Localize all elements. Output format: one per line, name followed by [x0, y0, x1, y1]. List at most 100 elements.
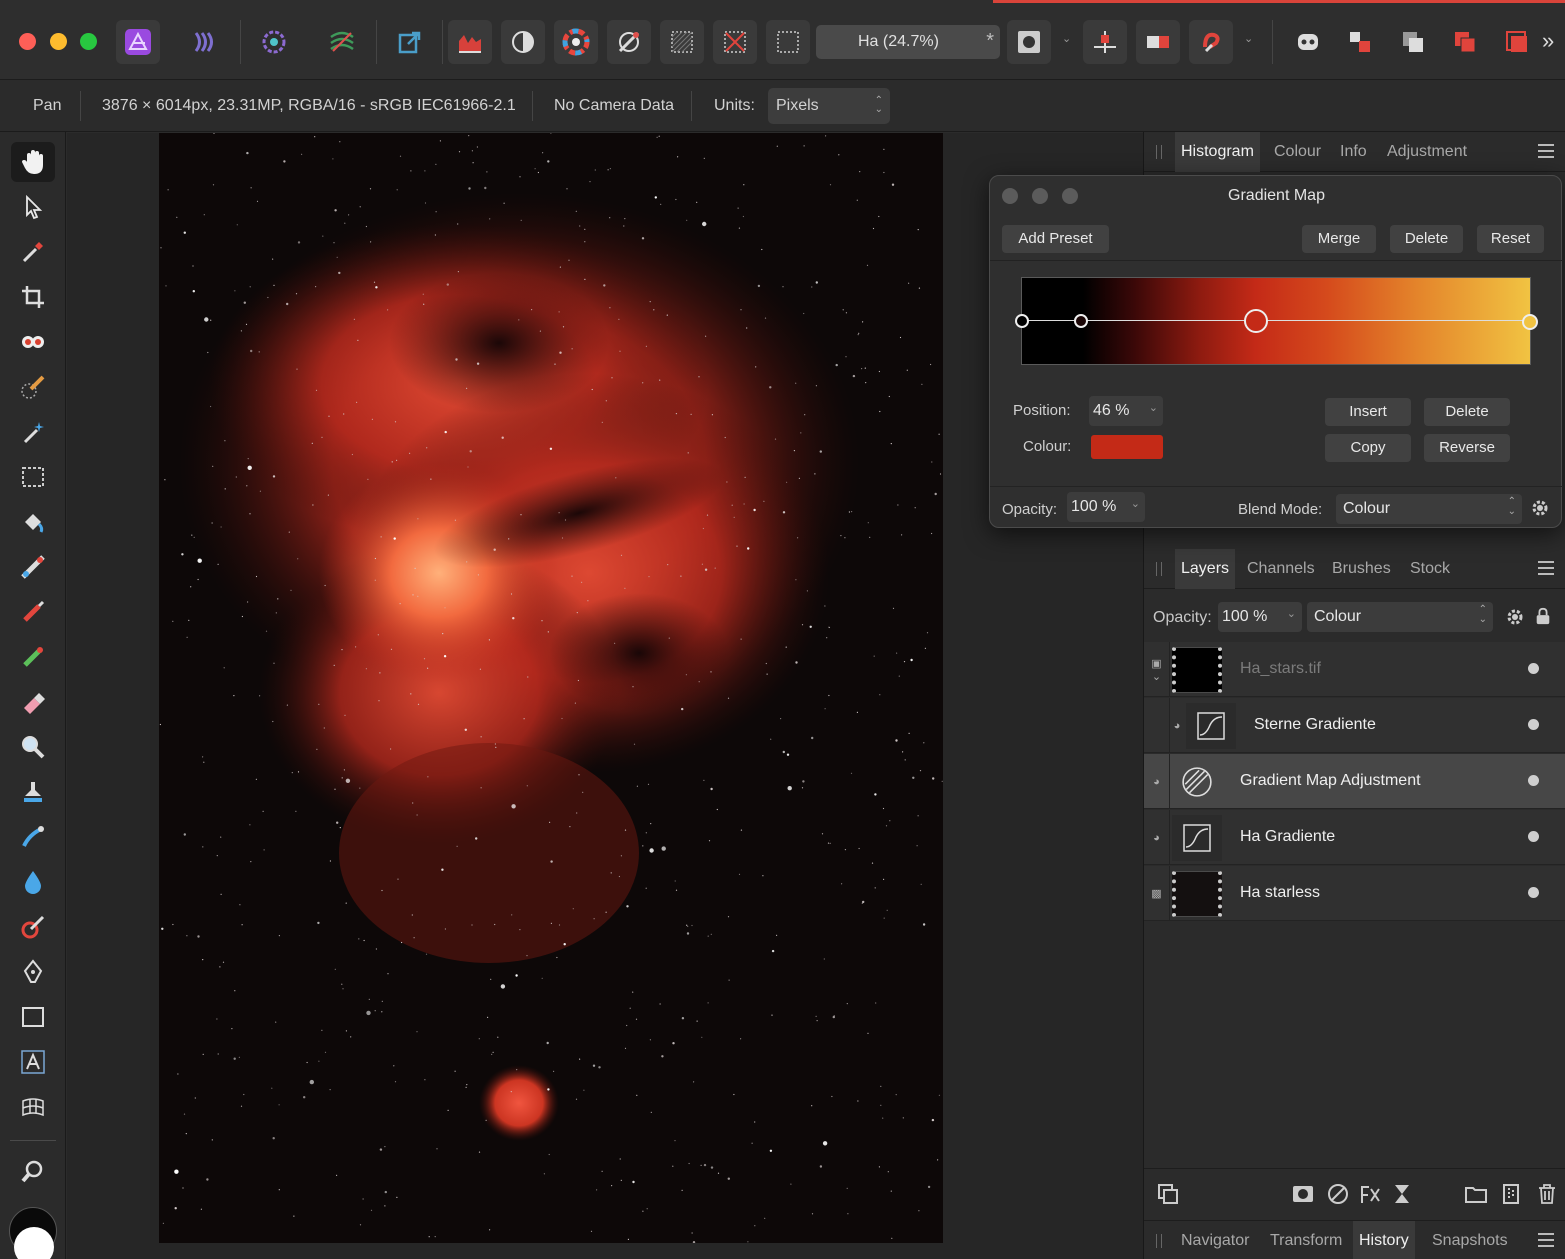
tab-navigator[interactable]: Navigator [1175, 1221, 1255, 1259]
position-dropdown-icon[interactable]: ⌄ [1149, 401, 1158, 414]
adjustment-toggle-icon[interactable]: ◕ [1170, 698, 1184, 753]
close-window-button[interactable] [19, 33, 36, 50]
layer-row[interactable]: ▣ ⌄ Ha_stars.tif [1144, 642, 1565, 697]
blur-tool[interactable] [11, 862, 55, 902]
layer-visibility-toggle[interactable] [1528, 887, 1539, 898]
tab-snapshots[interactable]: Snapshots [1426, 1221, 1514, 1259]
histogram-button[interactable] [448, 20, 492, 64]
rectangle-tool[interactable] [11, 997, 55, 1037]
add-fx-button[interactable] [1358, 1183, 1382, 1205]
layer-row-selected[interactable]: ◕ Gradient Map Adjustment [1144, 754, 1565, 809]
arrange-button-2[interactable] [1391, 20, 1435, 64]
assistant-button[interactable] [1286, 20, 1330, 64]
marquee-button[interactable] [766, 20, 810, 64]
dodge-tool[interactable] [11, 727, 55, 767]
layer-row[interactable]: ◕ Sterne Gradiente [1144, 698, 1565, 753]
selection-mode-button[interactable] [660, 20, 704, 64]
order-dropdown-icon[interactable]: ⌄ [1244, 32, 1253, 45]
gear-icon[interactable] [1530, 498, 1550, 518]
tab-info[interactable]: Info [1334, 132, 1373, 172]
document-canvas[interactable] [159, 133, 943, 1243]
tab-history[interactable]: History [1353, 1221, 1415, 1259]
delete-layer-button[interactable] [1535, 1183, 1559, 1205]
toolbar-overflow-icon[interactable]: » [1542, 28, 1554, 54]
arrange-button-4[interactable] [1495, 20, 1539, 64]
order-button[interactable] [1189, 20, 1233, 64]
adjustment-toggle-icon[interactable]: ◕ [1144, 754, 1170, 809]
stop-colour-swatch[interactable] [1091, 435, 1163, 459]
move-tool[interactable] [11, 187, 55, 227]
blend-mode-select[interactable]: Colour ⌃ ⌄ [1336, 494, 1522, 524]
deselect-button[interactable] [713, 20, 757, 64]
opacity-dropdown-icon[interactable]: ⌄ [1287, 607, 1296, 620]
gradient-tool[interactable] [11, 547, 55, 587]
delete-stop-button[interactable]: Delete [1424, 398, 1510, 426]
zoom-window-button[interactable] [80, 33, 97, 50]
insert-stop-button[interactable]: Insert [1325, 398, 1411, 426]
chevron-down-icon[interactable]: ⌄ [1152, 670, 1161, 683]
tone-mapping-persona-button[interactable] [252, 20, 296, 64]
magic-wand-tool[interactable] [11, 412, 55, 452]
align-button[interactable] [1136, 20, 1180, 64]
layer-visibility-toggle[interactable] [1528, 663, 1539, 674]
develop-persona-button[interactable] [184, 20, 228, 64]
pen-tool[interactable] [11, 952, 55, 992]
tab-colour[interactable]: Colour [1268, 132, 1327, 172]
photo-persona-button[interactable] [116, 20, 160, 64]
paint-brush-tool[interactable] [11, 592, 55, 632]
quick-mask-button[interactable] [1007, 20, 1051, 64]
selection-brush-tool[interactable] [11, 367, 55, 407]
panel-menu-icon[interactable] [1538, 561, 1554, 575]
colour-replacement-tool[interactable] [11, 637, 55, 677]
colour-picker-tool[interactable] [11, 232, 55, 272]
gradient-preview[interactable] [1021, 277, 1531, 365]
add-mask-button[interactable] [1291, 1183, 1315, 1205]
units-select[interactable]: Pixels ⌃ ⌄ [768, 88, 890, 124]
opacity-dropdown-icon[interactable]: ⌄ [1131, 497, 1140, 510]
gear-icon[interactable] [1505, 607, 1525, 627]
lock-icon[interactable] [1534, 606, 1552, 626]
snapping-button[interactable] [1083, 20, 1127, 64]
tab-stock[interactable]: Stock [1404, 549, 1456, 589]
secondary-colour-swatch[interactable] [14, 1227, 54, 1259]
marquee-tool[interactable] [11, 457, 55, 497]
erase-tool[interactable] [11, 682, 55, 722]
reset-button[interactable]: Reset [1477, 225, 1544, 253]
layer-blend-select[interactable]: Colour ⌃ ⌄ [1307, 602, 1493, 632]
layer-visibility-toggle[interactable] [1528, 775, 1539, 786]
minimize-window-button[interactable] [50, 33, 67, 50]
add-live-filter-button[interactable] [1390, 1183, 1414, 1205]
arrange-button-3[interactable] [1443, 20, 1487, 64]
flood-fill-tool[interactable] [11, 502, 55, 542]
auto-contrast-button[interactable] [501, 20, 545, 64]
add-adjustment-button[interactable] [1326, 1183, 1350, 1205]
red-eye-tool[interactable] [11, 322, 55, 362]
layer-options-button[interactable] [1156, 1183, 1180, 1205]
hand-tool[interactable] [11, 142, 55, 182]
canvas-area[interactable] [67, 133, 1143, 1259]
position-field[interactable]: 46 % ⌄ [1089, 396, 1163, 426]
drag-grip-icon[interactable] [1156, 145, 1162, 159]
document-modified-marker[interactable]: * [986, 30, 994, 53]
reverse-gradient-button[interactable]: Reverse [1424, 434, 1510, 462]
add-preset-button[interactable]: Add Preset [1002, 225, 1109, 253]
gradient-stop-selected[interactable] [1243, 309, 1268, 333]
opacity-field[interactable]: 100 % ⌄ [1067, 492, 1145, 522]
panel-menu-icon[interactable] [1538, 1233, 1554, 1247]
merge-button[interactable]: Merge [1302, 225, 1376, 253]
copy-stop-button[interactable]: Copy [1325, 434, 1411, 462]
layer-expand-toggle[interactable]: ▣ ⌄ [1144, 642, 1170, 697]
quick-mask-dropdown-icon[interactable]: ⌄ [1062, 32, 1071, 45]
mesh-warp-tool[interactable] [11, 1087, 55, 1127]
colour-wheel-button[interactable] [554, 20, 598, 64]
tab-transform[interactable]: Transform [1264, 1221, 1348, 1259]
text-tool[interactable] [11, 1042, 55, 1082]
export-persona-button[interactable] [388, 20, 432, 64]
layer-opacity-field[interactable]: 100 % ⌄ [1218, 602, 1302, 632]
panel-menu-icon[interactable] [1538, 144, 1554, 158]
white-balance-button[interactable] [607, 20, 651, 64]
gradient-editor[interactable] [990, 258, 1563, 378]
layer-visibility-toggle[interactable] [1528, 831, 1539, 842]
tab-layers[interactable]: Layers [1175, 549, 1236, 589]
arrange-button-1[interactable] [1338, 20, 1382, 64]
